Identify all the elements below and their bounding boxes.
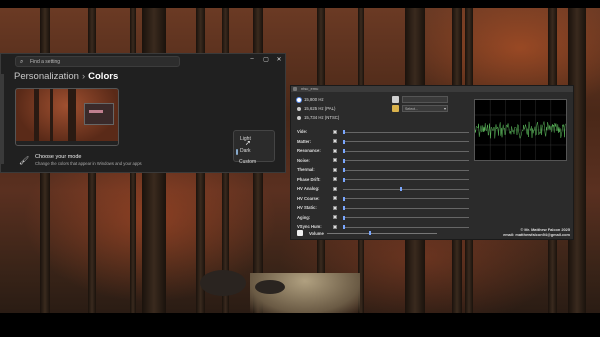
param-slider-handle[interactable]: [399, 187, 402, 191]
param-label: VSync Hum:: [297, 224, 322, 229]
page-title: Colors: [88, 71, 119, 82]
param-checkbox[interactable]: [333, 129, 337, 134]
letterbox-top: [0, 0, 600, 8]
path-input[interactable]: [402, 96, 448, 103]
param-slider[interactable]: [343, 150, 469, 152]
close-button[interactable]: ✕: [274, 56, 284, 63]
breadcrumb-separator: ›: [81, 71, 86, 82]
letterbox-bottom: [0, 313, 600, 337]
param-slider[interactable]: [343, 226, 469, 228]
search-icon: ⌕: [20, 59, 24, 65]
radio-15734-ntsc[interactable]: 15,734 Hz (NTSC): [297, 115, 339, 120]
theme-preview-image: [15, 88, 119, 146]
param-slider[interactable]: [343, 169, 469, 171]
param-slider-handle[interactable]: [343, 139, 345, 144]
param-slider[interactable]: [343, 160, 469, 161]
param-slider-handle[interactable]: [343, 168, 345, 172]
param-slider-handle[interactable]: [343, 130, 345, 134]
selected-indicator: [236, 149, 238, 155]
param-label: Aging:: [297, 214, 311, 220]
param-slider[interactable]: [343, 141, 469, 142]
ntsc-titlebar: ntsc_emu: [291, 86, 573, 92]
choose-mode-description: Change the colors that appear in Windows…: [35, 161, 142, 166]
chevron-down-icon: ▾: [443, 106, 446, 111]
param-label: HV Coarse:: [297, 195, 320, 201]
param-slider-handle[interactable]: [343, 149, 345, 153]
choose-mode-title: Choose your mode: [35, 154, 82, 160]
radio-label: 15,800 Hz: [304, 97, 324, 102]
custom-option-label[interactable]: Custom: [239, 159, 256, 165]
settings-titlebar: ⌕ Find a setting – ▢ ✕: [1, 54, 285, 70]
ntsc-emulator-window: ntsc_emu 15,800 Hz 15,625 Hz (PAL) 15,73…: [290, 85, 574, 240]
param-slider-handle[interactable]: [343, 177, 345, 182]
source-select[interactable]: Select... ▾: [402, 105, 448, 112]
param-label: Phase Drift:: [297, 176, 321, 182]
param-checkbox[interactable]: [333, 205, 337, 210]
param-label: Matter:: [297, 138, 311, 144]
param-slider-handle[interactable]: [343, 196, 345, 201]
param-checkbox[interactable]: [333, 177, 337, 181]
param-slider[interactable]: [343, 179, 469, 180]
breadcrumb: Personalization › Colors: [14, 71, 118, 82]
volume-checkbox[interactable]: [297, 230, 303, 236]
param-label: HV Analog:: [297, 186, 320, 191]
param-slider-handle[interactable]: [343, 225, 345, 229]
brush-icon: 🖌: [19, 156, 30, 165]
maximize-button[interactable]: ▢: [261, 56, 271, 63]
search-placeholder: Find a setting: [30, 59, 61, 65]
param-slider[interactable]: [343, 207, 469, 209]
choose-mode-row: 🖌 Choose your mode Change the colors tha…: [13, 151, 233, 171]
param-slider[interactable]: [343, 131, 469, 133]
minimize-button[interactable]: –: [247, 56, 257, 62]
param-slider-handle[interactable]: [343, 158, 345, 163]
mode-dropdown[interactable]: Light ➚ Dark: [233, 130, 275, 162]
nav-rail: [1, 74, 4, 164]
cursor-icon: ➚: [245, 140, 251, 147]
param-checkbox[interactable]: [333, 167, 337, 172]
radio-label: 15,734 Hz (NTSC): [304, 115, 340, 120]
file-icon[interactable]: [392, 96, 399, 103]
param-label: Resonance:: [297, 148, 321, 153]
radio-label: 15,625 Hz (PAL): [304, 106, 336, 111]
waveform-graph: [474, 100, 566, 160]
radio-15800[interactable]: 15,800 Hz: [297, 97, 324, 102]
volume-label: Volume: [309, 231, 324, 236]
folder-icon[interactable]: [392, 105, 399, 112]
search-input[interactable]: ⌕ Find a setting: [15, 56, 180, 67]
param-checkbox[interactable]: [333, 158, 337, 162]
param-label: Noise:: [297, 157, 310, 163]
radio-15625-pal[interactable]: 15,625 Hz (PAL): [297, 106, 335, 111]
param-slider[interactable]: [343, 188, 469, 190]
param-checkbox[interactable]: [333, 186, 337, 191]
param-checkbox[interactable]: [333, 196, 337, 200]
param-slider-handle[interactable]: [343, 215, 345, 220]
mode-option-dark[interactable]: Dark: [240, 148, 251, 154]
param-slider-handle[interactable]: [343, 206, 345, 210]
param-label: HV Static:: [297, 205, 317, 210]
param-checkbox[interactable]: [333, 139, 337, 143]
param-checkbox[interactable]: [333, 215, 337, 219]
param-slider[interactable]: [343, 217, 469, 218]
volume-slider[interactable]: [327, 233, 437, 234]
param-label: Vide:: [297, 129, 308, 134]
app-icon: [293, 87, 297, 91]
credit-email: email: matthewfalcon94@gmail.com: [503, 232, 570, 237]
param-label: Thermal:: [297, 167, 315, 172]
source-select-value: Select...: [405, 107, 418, 111]
param-checkbox[interactable]: [333, 224, 337, 229]
waveform-scope: [474, 99, 567, 161]
ntsc-window-title: ntsc_emu: [301, 86, 319, 91]
breadcrumb-personalization[interactable]: Personalization: [14, 71, 79, 82]
param-slider[interactable]: [343, 198, 469, 199]
volume-slider-handle[interactable]: [368, 231, 371, 235]
param-checkbox[interactable]: [333, 148, 337, 153]
